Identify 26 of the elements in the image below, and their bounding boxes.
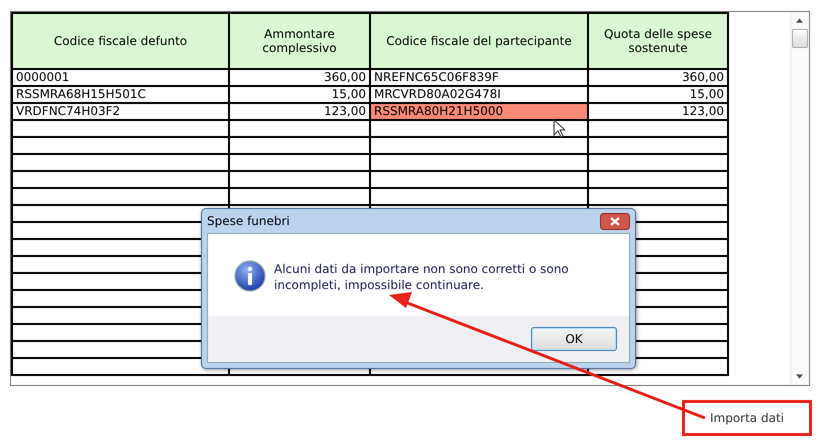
annotation-label: Importa dati bbox=[682, 400, 812, 436]
close-icon[interactable] bbox=[600, 212, 630, 230]
table-cell: RSSMRA68H15H501C bbox=[12, 86, 229, 103]
ok-button[interactable]: OK bbox=[531, 327, 617, 351]
table-cell: VRDFNC74H03F2 bbox=[12, 103, 229, 120]
table-cell: NREFNC65C06F839F bbox=[370, 69, 588, 86]
table-cell: RSSMRA80H21H5000 bbox=[370, 103, 588, 120]
dialog-title: Spese funebri bbox=[207, 214, 290, 228]
scrollbar[interactable] bbox=[790, 12, 808, 385]
scroll-thumb[interactable] bbox=[792, 29, 808, 48]
column-header: Ammontare complessivo bbox=[229, 13, 370, 69]
table-cell: 360,00 bbox=[588, 69, 728, 86]
table-cell: 360,00 bbox=[229, 69, 370, 86]
table-cell: 15,00 bbox=[588, 86, 728, 103]
column-header: Codice fiscale defunto bbox=[12, 13, 229, 69]
column-header: Codice fiscale del partecipante bbox=[370, 13, 588, 69]
info-icon bbox=[234, 260, 266, 292]
scroll-down-icon[interactable] bbox=[796, 374, 803, 379]
mouse-pointer-icon bbox=[553, 119, 565, 138]
dialog-message: Alcuni dati da importare non sono corretti o sono incompleti, impossibile continuare. bbox=[274, 261, 570, 293]
table-cell: 123,00 bbox=[588, 103, 728, 120]
scroll-up-icon[interactable] bbox=[796, 18, 803, 23]
table-cell: 123,00 bbox=[229, 103, 370, 120]
table-cell: 15,00 bbox=[229, 86, 370, 103]
column-header: Quota delle spese sostenute bbox=[588, 13, 728, 69]
table-cell: 0000001 bbox=[12, 69, 229, 86]
